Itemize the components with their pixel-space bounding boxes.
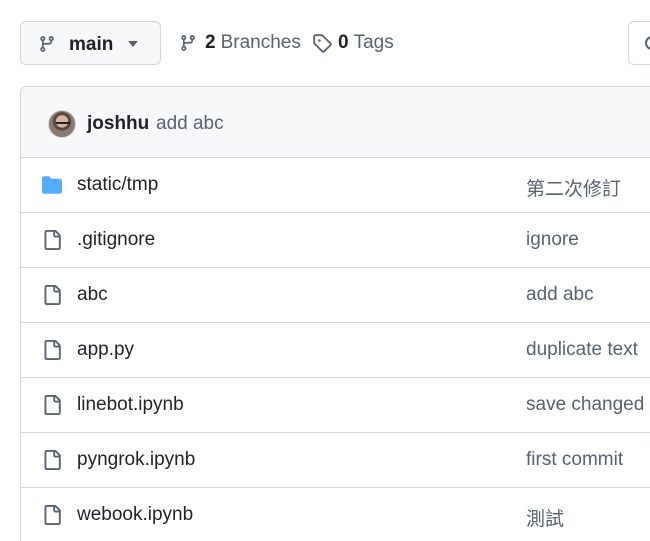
tags-label: Tags bbox=[353, 32, 394, 53]
branches-link[interactable]: 2 Branches bbox=[179, 31, 301, 55]
go-to-file-input[interactable] bbox=[628, 21, 650, 65]
file-rows: static/tmp 第二次修訂 .gitignore ignore abc add ab… bbox=[21, 158, 650, 541]
commit-message-link[interactable]: add abc bbox=[156, 113, 224, 135]
file-icon bbox=[44, 450, 61, 470]
file-name-link[interactable]: pyngrok.ipynb bbox=[77, 449, 195, 471]
file-commit-message-link[interactable]: first commit bbox=[526, 449, 623, 471]
file-icon bbox=[44, 395, 61, 415]
branches-count: 2 bbox=[205, 32, 216, 53]
file-row[interactable]: .gitignore ignore bbox=[21, 213, 650, 268]
file-commit-message-link[interactable]: 第二次修訂 bbox=[526, 174, 621, 201]
avatar[interactable] bbox=[48, 110, 76, 138]
tags-count: 0 bbox=[338, 32, 349, 53]
git-branch-icon bbox=[40, 36, 54, 52]
branch-name: main bbox=[69, 34, 114, 55]
file-list: joshhu add abc static/tmp 第二次修訂 .gitignore… bbox=[20, 86, 650, 541]
file-name-link[interactable]: .gitignore bbox=[77, 229, 155, 251]
file-icon bbox=[44, 285, 61, 305]
file-commit-message-link[interactable]: 測試 bbox=[526, 504, 564, 531]
file-name-link[interactable]: linebot.ipynb bbox=[77, 394, 184, 416]
file-icon bbox=[44, 505, 61, 525]
file-icon bbox=[44, 340, 61, 360]
branch-selector-button[interactable]: main bbox=[20, 21, 161, 65]
file-row[interactable]: linebot.ipynb save changed bbox=[21, 378, 650, 433]
file-row[interactable]: webook.ipynb 測試 bbox=[21, 488, 650, 541]
tags-link[interactable]: 0 Tags bbox=[312, 31, 394, 55]
git-branch-icon bbox=[181, 35, 195, 51]
file-row[interactable]: app.py duplicate text bbox=[21, 323, 650, 378]
file-commit-message-link[interactable]: save changed bbox=[526, 394, 644, 416]
triangle-down-icon bbox=[128, 41, 138, 47]
file-commit-message-link[interactable]: duplicate text bbox=[526, 339, 638, 361]
search-icon bbox=[645, 36, 650, 50]
file-name-link[interactable]: app.py bbox=[77, 339, 134, 361]
commit-author-link[interactable]: joshhu bbox=[87, 113, 149, 135]
latest-commit-header: joshhu add abc bbox=[21, 87, 650, 158]
tag-icon bbox=[313, 34, 332, 53]
file-row[interactable]: abc add abc bbox=[21, 268, 650, 323]
file-row[interactable]: static/tmp 第二次修訂 bbox=[21, 158, 650, 213]
file-name-link[interactable]: abc bbox=[77, 284, 108, 306]
folder-icon bbox=[42, 176, 62, 194]
file-commit-message-link[interactable]: add abc bbox=[526, 284, 594, 306]
file-name-link[interactable]: webook.ipynb bbox=[77, 504, 193, 526]
branches-label: Branches bbox=[220, 32, 301, 53]
file-name-link[interactable]: static/tmp bbox=[77, 174, 158, 196]
file-icon bbox=[44, 230, 61, 250]
file-commit-message-link[interactable]: ignore bbox=[526, 229, 579, 251]
file-row[interactable]: pyngrok.ipynb first commit bbox=[21, 433, 650, 488]
